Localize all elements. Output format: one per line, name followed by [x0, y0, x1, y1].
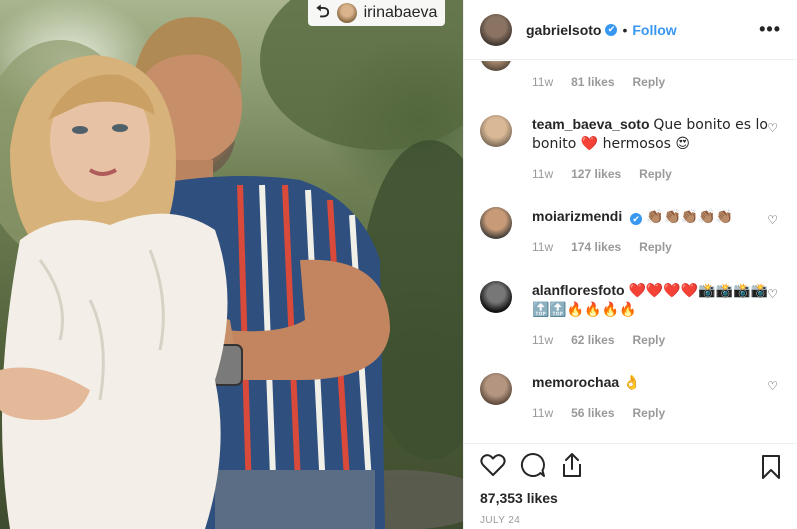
comment-time[interactable]: 11w: [532, 75, 553, 89]
commenter-avatar[interactable]: [480, 61, 512, 71]
post-header: gabrielsoto ✔ • Follow •••: [464, 0, 797, 60]
post-photo[interactable]: ⮌ irinabaeva: [0, 0, 463, 529]
comment-meta: 11w 127 likes Reply: [532, 167, 782, 181]
reply-button[interactable]: Reply: [633, 406, 666, 420]
repost-icon: ⮌: [316, 1, 330, 21]
commenter-avatar[interactable]: [480, 373, 512, 405]
commenter-avatar[interactable]: [480, 281, 512, 313]
like-comment-heart-icon[interactable]: ♡: [767, 379, 778, 393]
reply-button[interactable]: Reply: [633, 75, 666, 89]
reply-button[interactable]: Reply: [639, 167, 672, 181]
comment-time[interactable]: 11w: [532, 167, 553, 181]
verified-badge-icon: ✔: [630, 213, 643, 225]
commenter-username[interactable]: memorochaa: [532, 374, 619, 390]
comment-likes[interactable]: 81 likes: [571, 75, 614, 89]
author-username[interactable]: gabrielsoto: [526, 22, 601, 38]
commenter-username[interactable]: team_baeva_soto: [532, 116, 650, 132]
bookmark-icon[interactable]: [761, 454, 781, 485]
comment-text: moiarizmendi ✔ 👏🏽👏🏽👏🏽👏🏽👏🏽: [532, 207, 782, 226]
commenter-avatar[interactable]: [480, 207, 512, 239]
comment-text: memorochaa 👌: [532, 373, 782, 392]
author-avatar[interactable]: [480, 13, 512, 46]
follow-button[interactable]: Follow: [632, 22, 676, 38]
comment-text: team_baeva_soto Que bonito es lo bonito …: [532, 115, 782, 153]
comment-item: team_baeva_soto Que bonito es lo bonito …: [480, 115, 782, 181]
comment-message: 👌: [623, 375, 641, 391]
like-comment-heart-icon[interactable]: ♡: [767, 213, 778, 227]
commenter-username[interactable]: moiarizmendi: [532, 208, 622, 224]
post-details-panel: gabrielsoto ✔ • Follow ••• 11w 81 likes …: [463, 0, 797, 529]
post-actions: [480, 452, 584, 478]
post-likes-count[interactable]: 87,353 likes: [480, 490, 558, 506]
header-separator: •: [622, 21, 628, 38]
comment-time[interactable]: 11w: [532, 406, 553, 420]
comments-list[interactable]: 11w 81 likes Reply team_baeva_soto Que b…: [464, 61, 797, 444]
photo-illustration: [0, 0, 463, 529]
comment-time[interactable]: 11w: [532, 240, 553, 254]
comment-item: 11w 81 likes Reply: [480, 61, 782, 89]
comment-meta: 11w 81 likes Reply: [532, 75, 782, 89]
more-options-icon[interactable]: •••: [759, 19, 781, 40]
comment-text: alanfloresfoto ❤️❤️❤️❤️📸📸📸📸🔝🔝🔥🔥🔥🔥: [532, 281, 782, 319]
comment-likes[interactable]: 174 likes: [571, 240, 621, 254]
share-icon[interactable]: [560, 452, 584, 478]
comment-meta: 11w 56 likes Reply: [532, 406, 782, 420]
comment-meta: 11w 62 likes Reply: [532, 333, 782, 347]
repost-username: irinabaeva: [363, 4, 438, 21]
like-heart-icon[interactable]: [480, 453, 506, 477]
comment-bubble-icon[interactable]: [520, 452, 546, 478]
reply-button[interactable]: Reply: [639, 240, 672, 254]
comment-item: moiarizmendi ✔ 👏🏽👏🏽👏🏽👏🏽👏🏽 ♡ 11w 174 like…: [480, 207, 782, 254]
comment-likes[interactable]: 62 likes: [571, 333, 614, 347]
like-comment-heart-icon[interactable]: ♡: [767, 287, 778, 301]
commenter-avatar[interactable]: [480, 115, 512, 147]
repost-avatar: [336, 3, 357, 23]
reply-button[interactable]: Reply: [633, 333, 666, 347]
repost-tag[interactable]: ⮌ irinabaeva: [308, 0, 446, 26]
comment-likes[interactable]: 127 likes: [571, 167, 621, 181]
commenter-username[interactable]: alanfloresfoto: [532, 282, 625, 298]
post-date[interactable]: JULY 24: [480, 515, 520, 526]
comment-item: alanfloresfoto ❤️❤️❤️❤️📸📸📸📸🔝🔝🔥🔥🔥🔥 ♡ 11w …: [480, 281, 782, 347]
comment-meta: 11w 174 likes Reply: [532, 240, 782, 254]
comment-message: 👏🏽👏🏽👏🏽👏🏽👏🏽: [646, 209, 734, 225]
verified-badge-icon: ✔: [605, 23, 618, 36]
comment-likes[interactable]: 56 likes: [571, 406, 614, 420]
comment-item: memorochaa 👌 ♡ 11w 56 likes Reply: [480, 373, 782, 420]
like-comment-heart-icon[interactable]: ♡: [767, 121, 778, 135]
comment-time[interactable]: 11w: [532, 333, 553, 347]
